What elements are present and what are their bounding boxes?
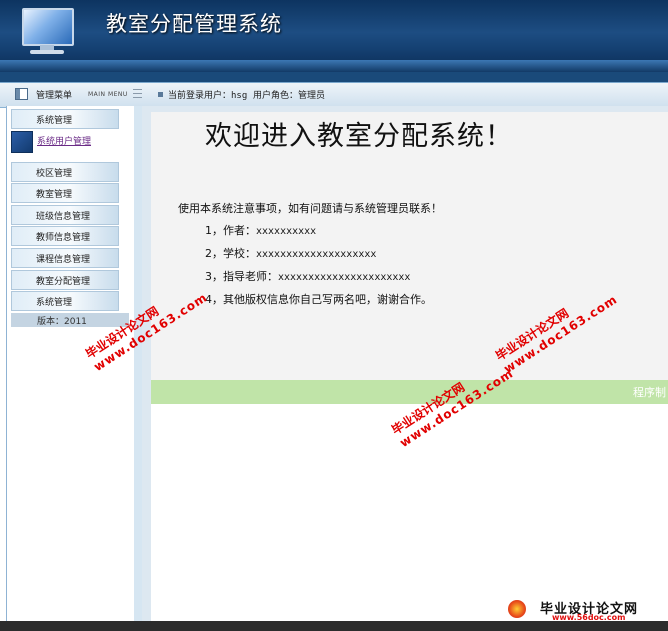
header-divider — [0, 72, 668, 82]
sidebar-item-label: 教室分配管理 — [36, 277, 91, 287]
sidebar-item-system-management[interactable]: 系统管理 — [11, 109, 119, 129]
logo-swirl-icon — [508, 600, 526, 618]
user-name: hsg — [231, 91, 248, 101]
notice-item-copyright: 4，其他版权信息你自己写两名吧，谢谢合作。 — [205, 293, 432, 306]
bullet-icon — [158, 92, 163, 97]
role-label: 用户角色： — [253, 91, 299, 101]
sidebar-item-class-info-management[interactable]: 班级信息管理 — [11, 205, 119, 225]
sidebar-item-label: 教室管理 — [36, 190, 73, 200]
sidebar-item-campus-management[interactable]: 校区管理 — [11, 162, 119, 182]
sidebar-item-label: 系统管理 — [36, 116, 73, 126]
monitor-icon — [18, 6, 76, 54]
sidebar-item-system-management-2[interactable]: 系统管理 — [11, 291, 119, 311]
toolbar: 管理菜单 MAIN MENU 当前登录用户：hsg 用户角色：管理员 — [0, 82, 668, 108]
sidebar-item-classroom-allocation[interactable]: 教室分配管理 — [11, 270, 119, 290]
notice-item-author: 1，作者：xxxxxxxxxx — [205, 224, 317, 237]
user-admin-icon — [11, 131, 33, 153]
sidebar-item-label: 系统管理 — [36, 298, 73, 308]
sidebar-item-label: 教师信息管理 — [36, 233, 91, 243]
sidebar-item-teacher-info-management[interactable]: 教师信息管理 — [11, 226, 119, 246]
sidebar-item-label: 课程信息管理 — [36, 255, 91, 265]
sidebar-item-label: 校区管理 — [36, 169, 73, 179]
menu-subheading: MAIN MENU — [88, 91, 128, 98]
sidebar-item-course-info-management[interactable]: 课程信息管理 — [11, 248, 119, 268]
welcome-heading: 欢迎进入教室分配系统！ — [205, 121, 513, 152]
footer-bar: 程序制 — [151, 380, 668, 404]
version-bar: 版本：2011 — [11, 313, 129, 327]
user-label: 当前登录用户： — [168, 91, 232, 101]
user-info: 当前登录用户：hsg 用户角色：管理员 — [168, 88, 325, 101]
menu-heading: 管理菜单 — [36, 91, 73, 101]
app-title: 教室分配管理系统 — [106, 12, 282, 36]
role-value: 管理员 — [298, 91, 326, 101]
sidebar-item-system-user-management[interactable]: 系统用户管理 — [11, 131, 117, 153]
sidebar-item-classroom-management[interactable]: 教室管理 — [11, 183, 119, 203]
sidebar: 系统管理 系统用户管理 校区管理 教室管理 班级信息管理 教师信息管理 课程信息… — [6, 106, 136, 621]
collapse-grip-icon[interactable] — [133, 89, 142, 100]
version-text: 版本：2011 — [37, 317, 87, 327]
notice-text: 使用本系统注意事项，如有问题请与系统管理员联系！ — [178, 202, 442, 215]
app-header: 教室分配管理系统 — [0, 0, 668, 72]
bottom-border — [0, 621, 668, 631]
sidebar-item-label[interactable]: 系统用户管理 — [37, 134, 91, 147]
footer-text: 程序制 — [633, 386, 666, 399]
menu-icon — [15, 88, 28, 100]
splitter-bar[interactable] — [134, 106, 142, 621]
notice-item-school: 2，学校：xxxxxxxxxxxxxxxxxxxx — [205, 247, 377, 260]
notice-item-advisor: 3，指导老师：xxxxxxxxxxxxxxxxxxxxxx — [205, 270, 411, 283]
sidebar-item-label: 班级信息管理 — [36, 212, 91, 222]
